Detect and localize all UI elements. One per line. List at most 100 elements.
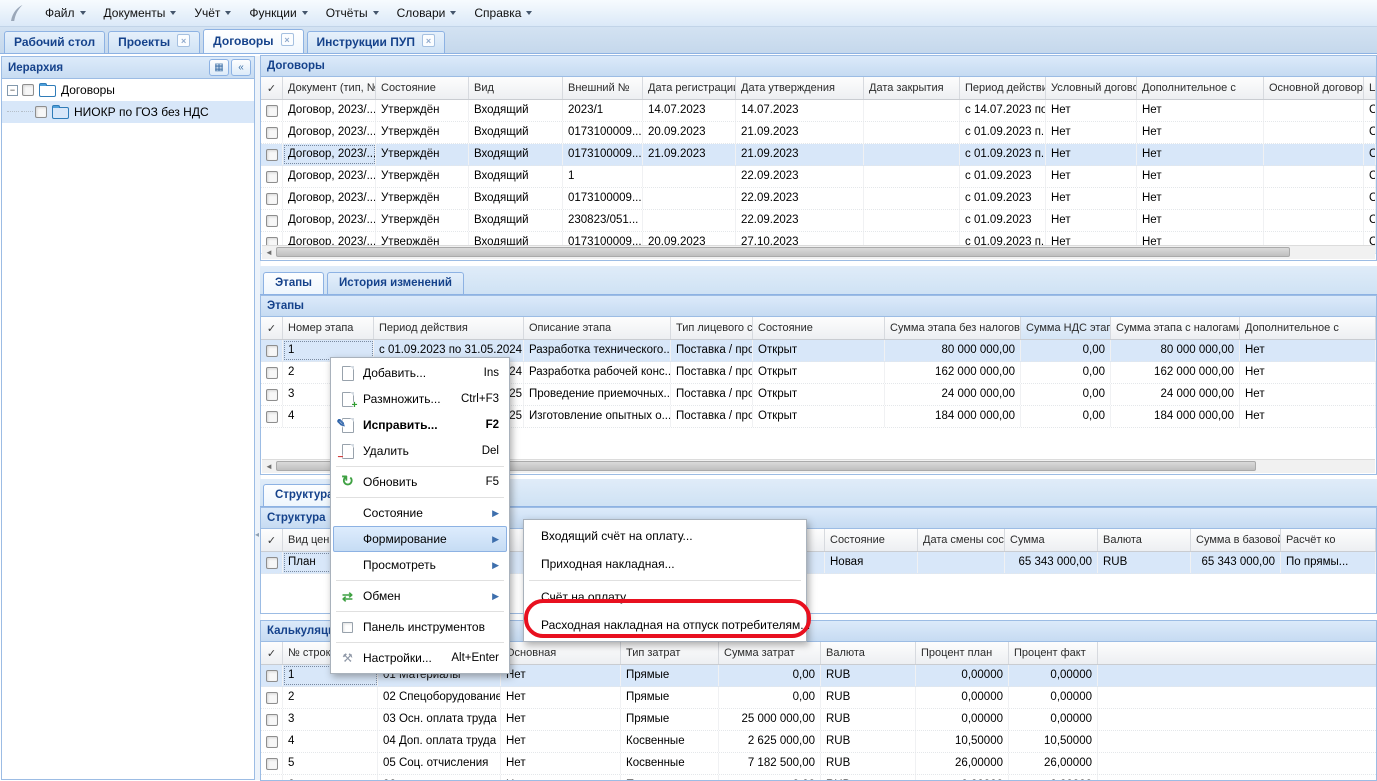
column-header[interactable]: Документ (тип, № (283, 77, 376, 99)
row-checkbox[interactable] (266, 127, 278, 139)
submenu-item[interactable]: Расходная накладная на отпуск потребител… (526, 611, 804, 639)
column-header[interactable]: Дата закрытия (864, 77, 960, 99)
column-header[interactable]: Вид (469, 77, 563, 99)
tab-stages[interactable]: Этапы (263, 272, 324, 294)
row-checkbox[interactable] (266, 389, 278, 401)
menu-item[interactable]: Состояние▶ (333, 500, 507, 526)
table-row[interactable]: Договор, 2023/...УтверждёнВходящий017310… (261, 144, 1376, 166)
table-row[interactable]: Договор, 2023/...УтверждёнВходящий017310… (261, 188, 1376, 210)
column-header[interactable]: Сумма этапа с налогами (1111, 317, 1240, 339)
column-header[interactable]: ✓ (261, 529, 283, 551)
row-checkbox[interactable] (266, 149, 278, 161)
tab-history[interactable]: История изменений (327, 272, 464, 294)
menu-item[interactable]: Панель инструментов (333, 614, 507, 640)
close-icon[interactable]: × (177, 34, 190, 47)
row-checkbox[interactable] (266, 367, 278, 379)
row-checkbox[interactable] (266, 345, 278, 357)
close-icon[interactable]: × (281, 33, 294, 46)
menu-item[interactable]: −УдалитьDel (333, 438, 507, 464)
submenu-item[interactable]: Счёт на оплату... (526, 583, 804, 611)
column-header[interactable]: Основной договор (1264, 77, 1364, 99)
table-row[interactable]: 404 Доп. оплата трудаНетКосвенные2 625 0… (261, 731, 1376, 753)
column-header[interactable]: Период действия.. (960, 77, 1046, 99)
main-tab[interactable]: Договоры× (203, 29, 303, 53)
menu-item[interactable]: ✎Исправить...F2 (333, 412, 507, 438)
column-header[interactable]: Номер этапа (283, 317, 374, 339)
column-header[interactable]: Состояние (825, 529, 918, 551)
column-header[interactable]: Сумма (1005, 529, 1098, 551)
column-header[interactable]: Сумма этапа без налогов (885, 317, 1021, 339)
contracts-hscrollbar[interactable]: ◄ (262, 245, 1375, 259)
column-header[interactable]: Период действия (374, 317, 524, 339)
tree-node[interactable]: НИОКР по ГОЗ без НДС (2, 101, 254, 123)
row-checkbox[interactable] (266, 171, 278, 183)
scroll-left-icon[interactable]: ◄ (265, 462, 273, 471)
table-row[interactable]: Договор, 2023/...УтверждёнВходящий2023/1… (261, 100, 1376, 122)
menu-item[interactable]: Добавить...Ins (333, 360, 507, 386)
table-row[interactable]: 606НетПрямые0,00RUB0,000000,00000 (261, 775, 1376, 781)
table-row[interactable]: Договор, 2023/...УтверждёнВходящий122.09… (261, 166, 1376, 188)
row-checkbox[interactable] (266, 411, 278, 423)
column-header[interactable]: ✓ (261, 77, 283, 99)
column-header[interactable]: ✓ (261, 317, 283, 339)
row-checkbox[interactable] (266, 714, 278, 726)
column-header[interactable]: ✓ (261, 642, 283, 664)
menu-item[interactable]: ↻ОбновитьF5 (333, 469, 507, 495)
menu-item[interactable]: +Размножить...Ctrl+F3 (333, 386, 507, 412)
menubar-item[interactable]: Функции (240, 2, 316, 24)
menubar-item[interactable]: Справка (465, 2, 541, 24)
column-header[interactable]: Дополнительное с (1137, 77, 1264, 99)
column-header[interactable]: Сумма в базовой в (1191, 529, 1281, 551)
table-row[interactable]: 202 СпецоборудованиеНетПрямые0,00RUB0,00… (261, 687, 1376, 709)
menubar-item[interactable]: Отчёты (317, 2, 388, 24)
table-row[interactable]: Договор, 2023/...УтверждёнВходящий230823… (261, 210, 1376, 232)
splitter-collapse-icon[interactable]: ◂ (255, 530, 259, 539)
table-row[interactable]: 303 Осн. оплата трудаНетПрямые25 000 000… (261, 709, 1376, 731)
row-checkbox[interactable] (266, 736, 278, 748)
row-checkbox[interactable] (266, 670, 278, 682)
menubar-item[interactable]: Файл (36, 2, 95, 24)
close-icon[interactable]: × (422, 34, 435, 47)
column-header[interactable]: Тип лицевого счёт (671, 317, 753, 339)
scrollbar-thumb[interactable] (276, 247, 1290, 257)
tree-expander-icon[interactable]: − (7, 85, 18, 96)
row-checkbox[interactable] (266, 215, 278, 227)
column-header[interactable]: Основная (501, 642, 621, 664)
grid-view-button[interactable]: ▦ (209, 59, 229, 76)
menubar-item[interactable]: Учёт (185, 2, 240, 24)
column-header[interactable]: Дата регистрации. (643, 77, 736, 99)
tree-node[interactable]: −Договоры (2, 79, 254, 101)
column-header[interactable]: Описание этапа (524, 317, 671, 339)
column-header[interactable]: Сумма затрат (719, 642, 821, 664)
row-checkbox[interactable] (266, 758, 278, 770)
column-header[interactable]: Дата утверждения (736, 77, 864, 99)
menubar-item[interactable]: Документы (95, 2, 186, 24)
column-header[interactable]: Дополнительное с (1240, 317, 1376, 339)
column-header[interactable]: Ц (1364, 77, 1376, 99)
column-header[interactable]: Валюта (821, 642, 916, 664)
column-header[interactable]: Внешний № (563, 77, 643, 99)
submenu-item[interactable]: Входящий счёт на оплату... (526, 522, 804, 550)
column-header[interactable]: Тип затрат (621, 642, 719, 664)
menubar-item[interactable]: Словари (388, 2, 466, 24)
main-tab[interactable]: Рабочий стол (4, 31, 105, 53)
collapse-panel-button[interactable]: « (231, 59, 251, 76)
column-header[interactable]: Процент план (916, 642, 1009, 664)
table-row[interactable]: Договор, 2023/...УтверждёнВходящий017310… (261, 122, 1376, 144)
column-header[interactable]: Состояние (376, 77, 469, 99)
column-header[interactable]: Сумма НДС этапа (1021, 317, 1111, 339)
column-header[interactable]: Состояние (753, 317, 885, 339)
scroll-left-icon[interactable]: ◄ (265, 248, 273, 257)
menu-item[interactable]: Просмотреть▶ (333, 552, 507, 578)
column-header[interactable]: Дата смены состоя (918, 529, 1005, 551)
main-tab[interactable]: Проекты× (108, 31, 200, 53)
row-checkbox[interactable] (266, 557, 278, 569)
menu-item[interactable]: ⇄Обмен▶ (333, 583, 507, 609)
column-header[interactable]: Валюта (1098, 529, 1191, 551)
node-checkbox[interactable] (22, 84, 34, 96)
row-checkbox[interactable] (266, 193, 278, 205)
menu-item[interactable]: Формирование▶ (333, 526, 507, 552)
node-checkbox[interactable] (35, 106, 47, 118)
row-checkbox[interactable] (266, 692, 278, 704)
column-header[interactable]: Процент факт (1009, 642, 1098, 664)
